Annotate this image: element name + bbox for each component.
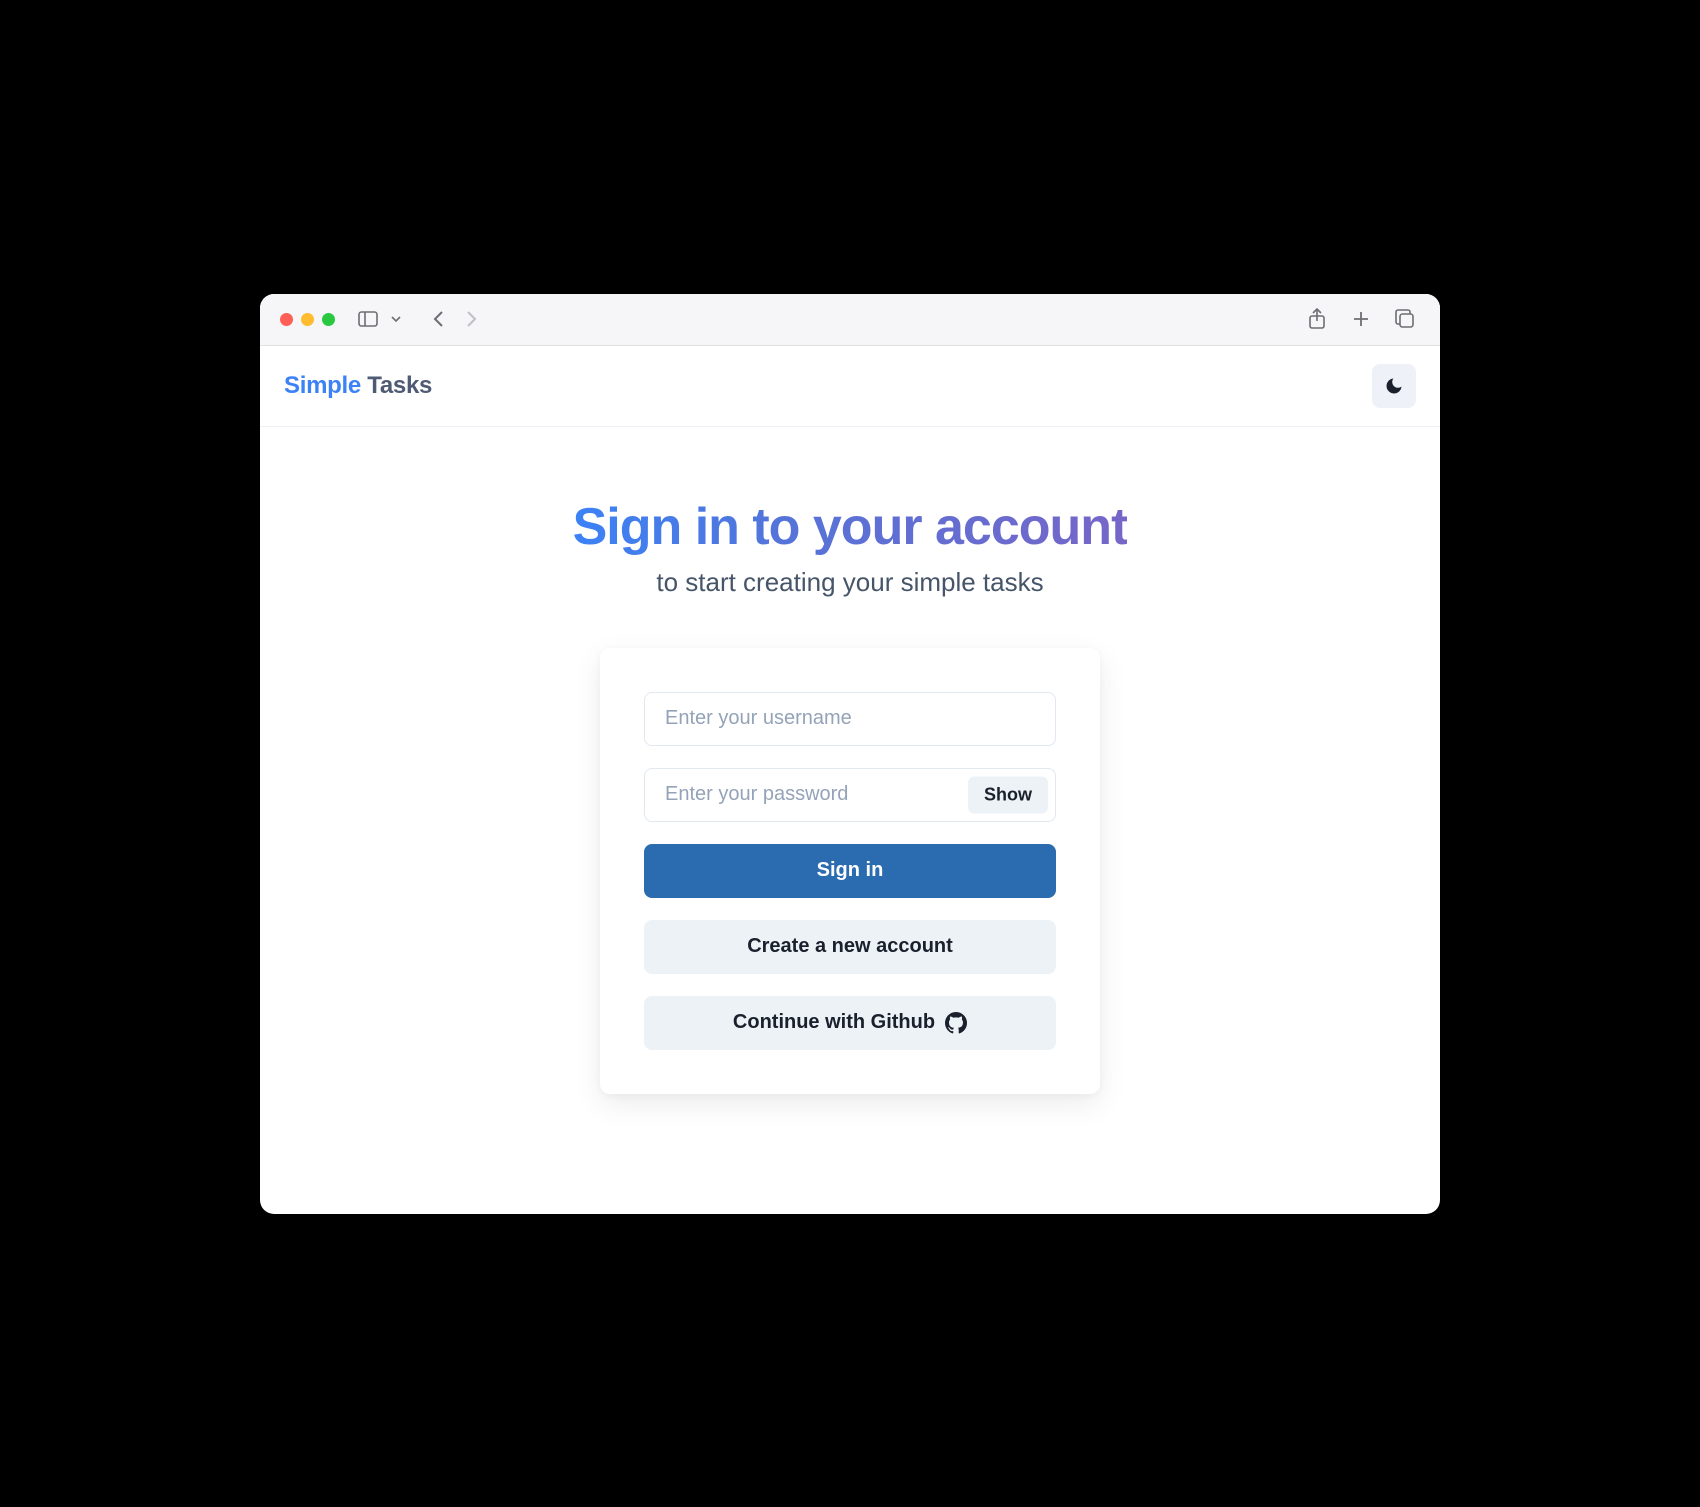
password-field-wrapper: Show [644,768,1056,822]
browser-window: Simple Tasks Sign in to your account to … [260,294,1440,1214]
app-logo[interactable]: Simple Tasks [284,372,432,400]
forward-button[interactable] [457,304,487,334]
create-account-button[interactable]: Create a new account [644,920,1056,974]
share-button[interactable] [1302,304,1332,334]
page-title: Sign in to your account [573,497,1128,557]
titlebar-left [280,304,487,334]
username-field-wrapper [644,692,1056,746]
username-input[interactable] [644,692,1056,746]
close-window-button[interactable] [280,313,293,326]
sidebar-toggle-button[interactable] [353,304,383,334]
theme-toggle-button[interactable] [1372,364,1416,408]
page-subtitle: to start creating your simple tasks [656,567,1043,598]
app-header: Simple Tasks [260,346,1440,427]
signin-card: Show Sign in Create a new account Contin… [600,648,1100,1094]
maximize-window-button[interactable] [322,313,335,326]
new-tab-button[interactable] [1346,304,1376,334]
signin-button[interactable]: Sign in [644,844,1056,898]
window-controls [280,313,335,326]
tabs-overview-button[interactable] [1390,304,1420,334]
titlebar-right [1302,304,1420,334]
show-password-button[interactable]: Show [968,776,1048,813]
sidebar-dropdown-button[interactable] [387,304,405,334]
minimize-window-button[interactable] [301,313,314,326]
nav-buttons [423,304,487,334]
main-content: Sign in to your account to start creatin… [260,427,1440,1214]
moon-icon [1384,376,1404,396]
logo-word-1: Simple [284,372,361,399]
sidebar-toggle-group [353,304,405,334]
continue-with-github-button[interactable]: Continue with Github [644,996,1056,1050]
back-button[interactable] [423,304,453,334]
browser-titlebar [260,294,1440,346]
github-icon [945,1012,967,1034]
github-button-label: Continue with Github [733,1011,935,1034]
logo-word-2: Tasks [361,372,432,399]
